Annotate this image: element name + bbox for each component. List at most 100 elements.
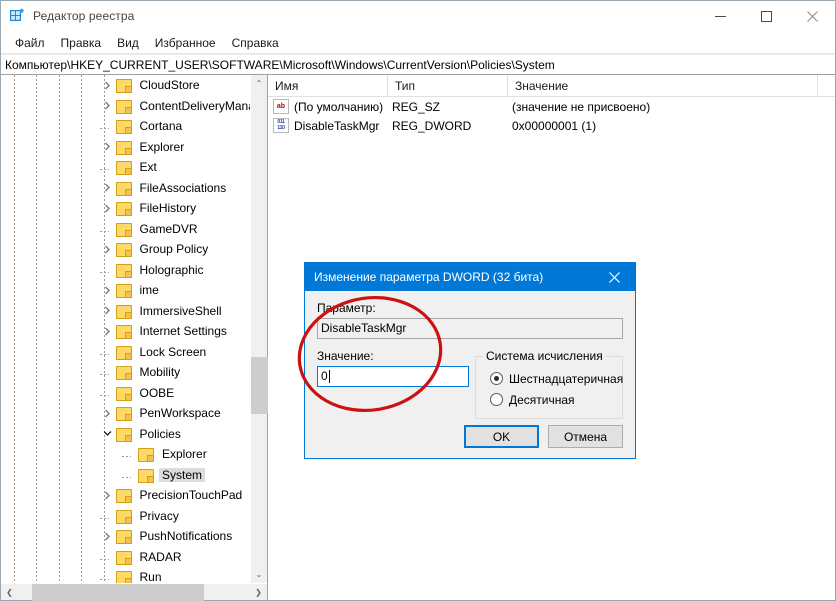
tree-item-mobility[interactable]: Mobility	[1, 362, 250, 383]
tree-vscroll-thumb[interactable]	[251, 357, 268, 415]
cancel-button[interactable]: Отмена	[548, 425, 623, 448]
menu-help[interactable]: Справка	[224, 34, 287, 52]
menu-favorites[interactable]: Избранное	[147, 34, 224, 52]
radio-decimal-label: Десятичная	[509, 392, 575, 407]
tree-item-label: Ext	[139, 160, 157, 175]
chevron-right-icon[interactable]	[100, 77, 116, 93]
radio-hexadecimal-icon[interactable]	[490, 372, 503, 385]
tree-vertical-scrollbar[interactable]: ⌃ ⌄	[250, 75, 268, 583]
tree-hscroll-thumb[interactable]	[32, 583, 204, 601]
minimize-button[interactable]	[697, 1, 743, 32]
tree-item-penworkspace[interactable]: PenWorkspace	[1, 403, 250, 424]
folder-icon	[115, 365, 132, 381]
menu-file[interactable]: Файл	[7, 34, 53, 52]
tree-item-fileassociations[interactable]: FileAssociations	[1, 178, 250, 199]
close-button[interactable]	[789, 1, 835, 32]
tree-item-label: ime	[139, 283, 159, 298]
tree-item-gamedvr[interactable]: GameDVR	[1, 219, 250, 240]
value-row[interactable]: 011 110 DisableTaskMgr REG_DWORD 0x00000001 …	[268, 116, 835, 135]
tree-item-label: Internet Settings	[139, 324, 227, 339]
tree-item-internet-settings[interactable]: Internet Settings	[1, 321, 250, 342]
window-controls	[697, 1, 835, 32]
tree-item-oobe[interactable]: OOBE	[1, 383, 250, 404]
column-header-type[interactable]: Тип	[388, 75, 508, 96]
tree-item-explorer[interactable]: Explorer	[1, 444, 250, 465]
tree-item-immersiveshell[interactable]: ImmersiveShell	[1, 301, 250, 322]
registry-editor-window: Редактор реестра Файл Правка Вид Избранн…	[0, 0, 836, 601]
tree-item-label: Run	[139, 570, 162, 583]
tree-item-radar[interactable]: RADAR	[1, 547, 250, 568]
scroll-down-icon[interactable]: ⌄	[251, 566, 267, 583]
radio-hexadecimal-label: Шестнадцатеричная	[509, 371, 624, 386]
chevron-right-icon[interactable]	[100, 139, 116, 155]
tree-item-precisiontouchpad[interactable]: PrecisionTouchPad	[1, 485, 250, 506]
tree-item-filehistory[interactable]: FileHistory	[1, 198, 250, 219]
chevron-right-icon[interactable]	[100, 487, 116, 503]
scroll-left-icon[interactable]: ❮	[1, 584, 18, 601]
tree-item-lock-screen[interactable]: Lock Screen	[1, 342, 250, 363]
maximize-button[interactable]	[743, 1, 789, 32]
radio-decimal[interactable]: Десятичная	[476, 389, 622, 410]
column-header-name[interactable]: Имя	[268, 75, 388, 96]
tree-item-privacy[interactable]: Privacy	[1, 506, 250, 527]
chevron-down-icon[interactable]	[100, 426, 116, 442]
dialog-close-icon[interactable]	[593, 263, 635, 291]
chevron-right-icon[interactable]	[100, 98, 116, 114]
tree-item-label: FileAssociations	[139, 180, 227, 195]
tree-item-cortana[interactable]: Cortana	[1, 116, 250, 137]
scroll-up-icon[interactable]: ⌃	[251, 75, 267, 92]
tree-item-holographic[interactable]: Holographic	[1, 260, 250, 281]
tree-leaf-stub	[99, 385, 116, 401]
chevron-right-icon[interactable]	[100, 180, 116, 196]
chevron-right-icon[interactable]	[100, 303, 116, 319]
tree-item-ext[interactable]: Ext	[1, 157, 250, 178]
tree-item-system[interactable]: System	[1, 465, 250, 486]
tree-hscroll-track[interactable]	[18, 583, 250, 601]
chevron-right-icon[interactable]	[100, 282, 116, 298]
radio-decimal-icon[interactable]	[490, 393, 503, 406]
tree-item-contentdeliverymanager[interactable]: ContentDeliveryManager	[1, 96, 250, 117]
tree-item-run[interactable]: Run	[1, 567, 250, 583]
folder-icon	[115, 181, 132, 196]
tree-horizontal-scrollbar[interactable]: ❮ ❯	[1, 583, 267, 601]
tree-item-cloudstore[interactable]: CloudStore	[1, 75, 250, 96]
tree-item-explorer[interactable]: Explorer	[1, 137, 250, 158]
dialog-title-bar: Изменение параметра DWORD (32 бита)	[305, 263, 635, 291]
tree-item-group-policy[interactable]: Group Policy	[1, 239, 250, 260]
value-data-cell: (значение не присвоено)	[512, 99, 651, 114]
ok-button[interactable]: OK	[464, 425, 539, 448]
folder-icon	[115, 406, 132, 422]
tree-scroll-area: CloudStore ContentDeliveryManager Cortana E…	[1, 75, 268, 583]
tree-item-label: PrecisionTouchPad	[139, 488, 243, 503]
tree-leaf-stub	[99, 549, 116, 565]
tree-item-pushnotifications[interactable]: PushNotifications	[1, 526, 250, 547]
tree-vscroll-track[interactable]	[251, 92, 268, 566]
scroll-right-icon[interactable]: ❯	[250, 584, 267, 601]
chevron-right-icon[interactable]	[100, 405, 116, 421]
tree-item-ime[interactable]: ime	[1, 280, 250, 301]
address-bar[interactable]: Компьютер\HKEY_CURRENT_USER\SOFTWARE\Mic…	[1, 54, 835, 75]
value-input[interactable]: 0	[317, 366, 469, 387]
value-row[interactable]: ab (По умолчанию) REG_SZ (значение не присв…	[268, 97, 835, 116]
folder-icon	[115, 304, 132, 319]
value-data-cell: 0x00000001 (1)	[512, 118, 597, 133]
chevron-right-icon[interactable]	[100, 528, 116, 544]
tree-leaf-stub	[99, 159, 116, 175]
chevron-right-icon[interactable]	[100, 200, 116, 216]
registry-tree[interactable]: CloudStore ContentDeliveryManager Cortana E…	[1, 75, 250, 583]
menu-view[interactable]: Вид	[109, 34, 147, 52]
tree-item-label: FileHistory	[139, 201, 197, 216]
menu-edit[interactable]: Правка	[53, 34, 110, 52]
tree-item-policies[interactable]: Policies	[1, 424, 250, 445]
registry-icon	[9, 8, 25, 24]
value-name-cell: (По умолчанию)	[294, 99, 384, 114]
param-name-input[interactable]: DisableTaskMgr	[317, 318, 623, 339]
tree-item-label: GameDVR	[139, 221, 198, 236]
folder-icon	[115, 201, 132, 217]
dialog-body: Параметр: DisableTaskMgr Значение: 0 Сис…	[305, 291, 635, 458]
chevron-right-icon[interactable]	[100, 241, 116, 257]
column-header-value[interactable]: Значение	[508, 75, 818, 96]
folder-icon	[115, 488, 132, 504]
chevron-right-icon[interactable]	[100, 323, 116, 339]
radio-hexadecimal[interactable]: Шестнадцатеричная	[476, 368, 624, 389]
